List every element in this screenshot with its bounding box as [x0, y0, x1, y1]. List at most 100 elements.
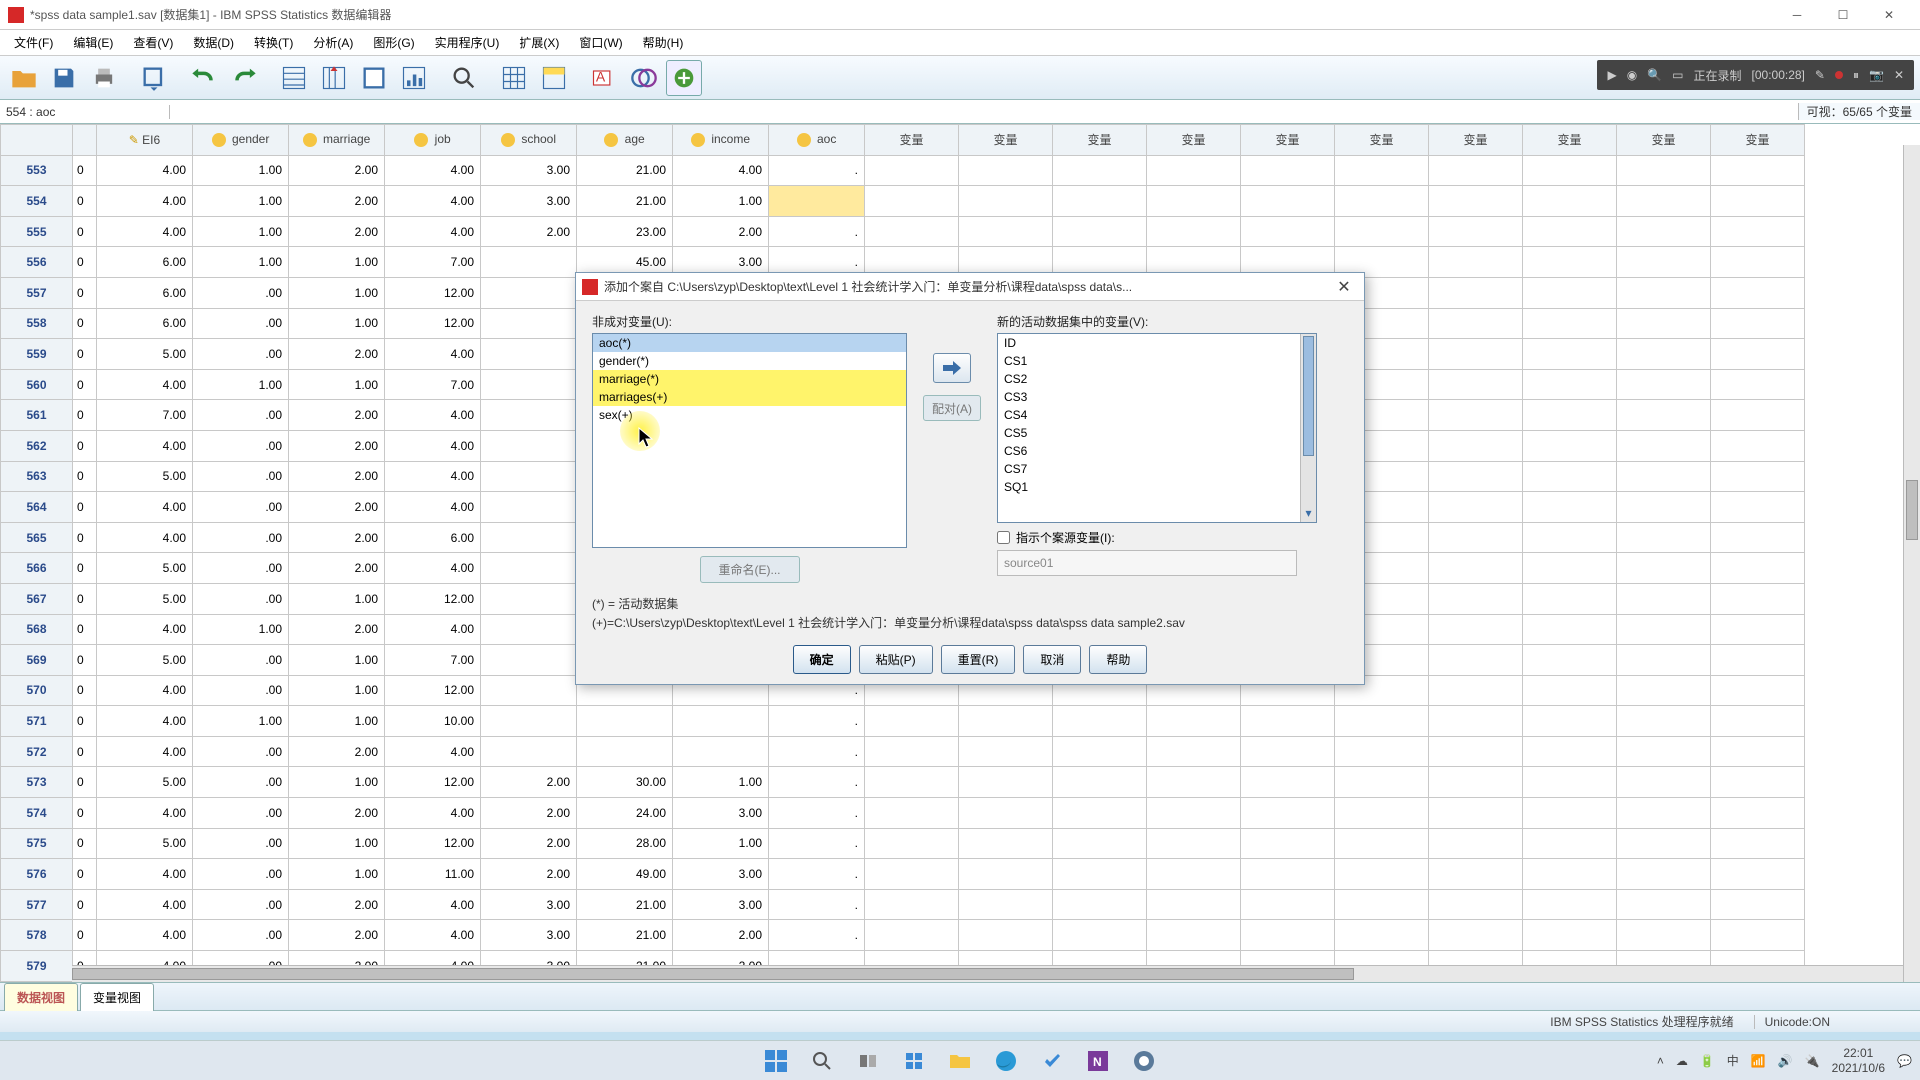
cell-empty[interactable]: [1053, 767, 1147, 798]
widgets-button[interactable]: [894, 1045, 934, 1077]
cell-empty[interactable]: [1429, 614, 1523, 645]
cell[interactable]: 2.00: [673, 920, 769, 951]
cell[interactable]: 2.00: [481, 828, 577, 859]
column-header-empty[interactable]: 变量: [1147, 125, 1241, 156]
cell-empty[interactable]: [1147, 216, 1241, 247]
cell[interactable]: 5.00: [97, 339, 193, 370]
recall-dialog-button[interactable]: [136, 60, 172, 96]
active-item[interactable]: CS3: [998, 388, 1316, 406]
cell-empty[interactable]: [1523, 277, 1617, 308]
cell-empty[interactable]: [959, 767, 1053, 798]
cell-empty[interactable]: [1147, 706, 1241, 737]
cell-empty[interactable]: [1335, 736, 1429, 767]
cell-empty[interactable]: [1241, 859, 1335, 890]
cell-empty[interactable]: [1241, 798, 1335, 829]
cell[interactable]: 1.00: [289, 767, 385, 798]
cell[interactable]: .00: [193, 920, 289, 951]
cell-empty[interactable]: [1241, 186, 1335, 217]
cell[interactable]: 4.00: [97, 186, 193, 217]
column-header-empty[interactable]: 变量: [865, 125, 959, 156]
cell-empty[interactable]: [1711, 767, 1805, 798]
cell-empty[interactable]: [1429, 553, 1523, 584]
cell-empty[interactable]: [959, 155, 1053, 186]
cell[interactable]: 0: [73, 247, 97, 278]
cell-empty[interactable]: [1523, 308, 1617, 339]
cell[interactable]: 1.00: [289, 247, 385, 278]
cell-empty[interactable]: [1429, 706, 1523, 737]
cell-empty[interactable]: [1711, 828, 1805, 859]
active-item[interactable]: CS2: [998, 370, 1316, 388]
cell-empty[interactable]: [1617, 798, 1711, 829]
cell[interactable]: .00: [193, 583, 289, 614]
run-descriptives-button[interactable]: [396, 60, 432, 96]
recording-close-icon[interactable]: ✕: [1894, 68, 1904, 82]
cell[interactable]: 2.00: [481, 798, 577, 829]
row-header[interactable]: 566: [1, 553, 73, 584]
column-header-school[interactable]: school: [481, 125, 577, 156]
cell-empty[interactable]: [1147, 155, 1241, 186]
cell-empty[interactable]: [1617, 522, 1711, 553]
cell-empty[interactable]: [865, 859, 959, 890]
cell-empty[interactable]: [1523, 798, 1617, 829]
tray-wifi-icon[interactable]: 📶: [1751, 1054, 1766, 1068]
cell[interactable]: 2.00: [289, 614, 385, 645]
cell[interactable]: 1.00: [289, 308, 385, 339]
cell-empty[interactable]: [1523, 583, 1617, 614]
cell-empty[interactable]: [1147, 798, 1241, 829]
row-header[interactable]: 555: [1, 216, 73, 247]
cell[interactable]: 2.00: [289, 553, 385, 584]
cell-empty[interactable]: [1711, 492, 1805, 523]
cell[interactable]: [481, 614, 577, 645]
row-header[interactable]: 573: [1, 767, 73, 798]
column-header-empty[interactable]: 变量: [1241, 125, 1335, 156]
cell[interactable]: 3.00: [481, 920, 577, 951]
cell-empty[interactable]: [1335, 767, 1429, 798]
cell[interactable]: .: [769, 216, 865, 247]
cell[interactable]: 0: [73, 339, 97, 370]
cell[interactable]: 3.00: [673, 889, 769, 920]
cell[interactable]: 30.00: [577, 767, 673, 798]
cell[interactable]: 2.00: [289, 186, 385, 217]
cell[interactable]: .00: [193, 645, 289, 676]
cell[interactable]: 4.00: [97, 216, 193, 247]
cell[interactable]: 12.00: [385, 675, 481, 706]
cell[interactable]: 0: [73, 155, 97, 186]
cell[interactable]: 4.00: [97, 859, 193, 890]
tray-battery-icon[interactable]: 🔋: [1700, 1054, 1715, 1068]
active-item[interactable]: CS6: [998, 442, 1316, 460]
cell-empty[interactable]: [1617, 247, 1711, 278]
variables-button[interactable]: [356, 60, 392, 96]
cell[interactable]: [673, 706, 769, 737]
tray-onedrive-icon[interactable]: ☁: [1676, 1054, 1688, 1068]
cell[interactable]: [481, 706, 577, 737]
cell[interactable]: 0: [73, 308, 97, 339]
cell-empty[interactable]: [1429, 186, 1523, 217]
cell[interactable]: 4.00: [385, 186, 481, 217]
cell[interactable]: 7.00: [385, 247, 481, 278]
menu-图形(G)[interactable]: 图形(G): [363, 31, 424, 54]
cell-empty[interactable]: [1147, 828, 1241, 859]
row-header[interactable]: 575: [1, 828, 73, 859]
menu-编辑(E)[interactable]: 编辑(E): [63, 31, 123, 54]
horizontal-scroll-thumb[interactable]: [72, 968, 1354, 980]
cell[interactable]: [481, 736, 577, 767]
cell-empty[interactable]: [1711, 186, 1805, 217]
row-header[interactable]: 561: [1, 400, 73, 431]
column-header-empty[interactable]: 变量: [959, 125, 1053, 156]
cell[interactable]: .00: [193, 308, 289, 339]
cell-empty[interactable]: [1617, 828, 1711, 859]
cell-empty[interactable]: [1711, 369, 1805, 400]
cell-empty[interactable]: [1335, 186, 1429, 217]
active-item[interactable]: CS1: [998, 352, 1316, 370]
cell-empty[interactable]: [1241, 736, 1335, 767]
cell[interactable]: 0: [73, 492, 97, 523]
cell-empty[interactable]: [1711, 247, 1805, 278]
cell[interactable]: 2.00: [289, 461, 385, 492]
cell[interactable]: .00: [193, 430, 289, 461]
row-header[interactable]: 554: [1, 186, 73, 217]
cancel-button[interactable]: 取消: [1023, 645, 1081, 674]
cell[interactable]: 49.00: [577, 859, 673, 890]
cell-empty[interactable]: [865, 186, 959, 217]
cell-empty[interactable]: [1617, 400, 1711, 431]
open-file-button[interactable]: [6, 60, 42, 96]
